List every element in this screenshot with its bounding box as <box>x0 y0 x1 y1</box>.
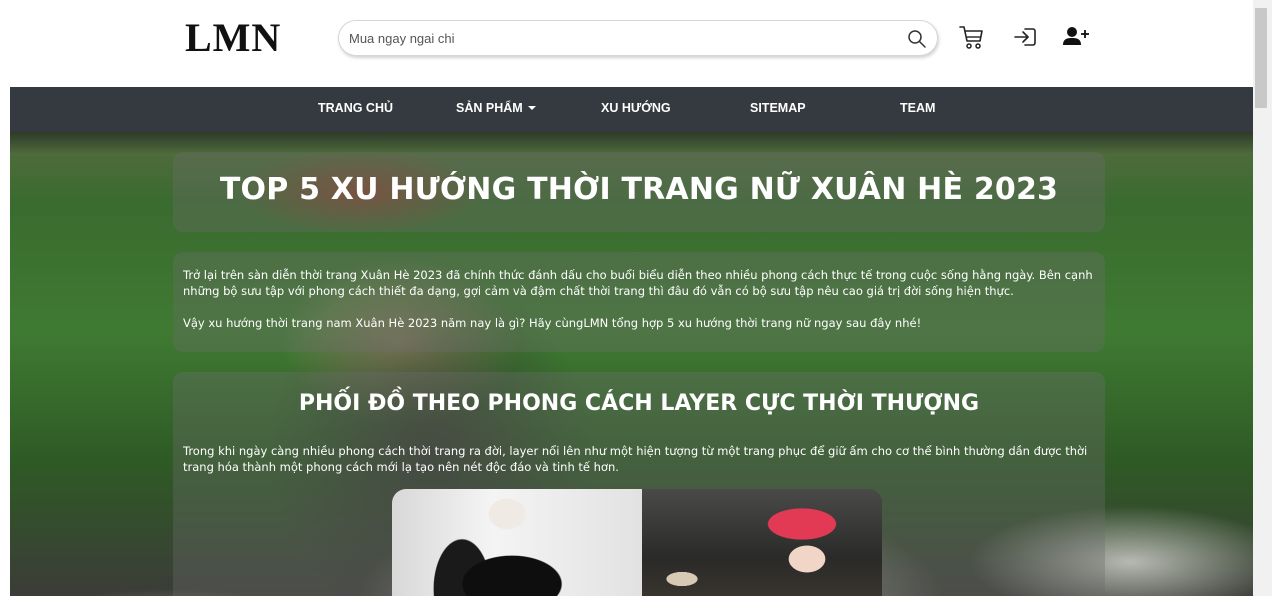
photo-model-red-cap <box>642 489 882 596</box>
search-input[interactable] <box>349 27 889 49</box>
search-bar[interactable] <box>338 20 938 56</box>
nav-item-products-label: SẢN PHẨM <box>456 101 523 115</box>
section-photo <box>392 489 882 596</box>
scrollbar-thumb[interactable] <box>1255 8 1267 108</box>
intro-paragraph-1: Trở lại trên sàn diễn thời trang Xuân Hè… <box>183 268 1093 298</box>
nav-item-products[interactable]: SẢN PHẨM <box>456 101 536 115</box>
main-nav: TRANG CHỦ SẢN PHẨM XU HƯỚNG SITEMAP TEAM <box>10 87 1253 132</box>
nav-item-trends[interactable]: XU HƯỚNG <box>601 101 671 115</box>
caret-down-icon <box>527 106 536 110</box>
hero-background-image: TOP 5 XU HƯỚNG THỜI TRANG NỮ XUÂN HÈ 202… <box>10 132 1253 596</box>
nav-item-sitemap[interactable]: SITEMAP <box>750 101 806 115</box>
top-header: LMN <box>0 0 1272 87</box>
intro-paragraph-2: Vậy xu hướng thời trang nam Xuân Hè 2023… <box>183 316 922 330</box>
user-plus-icon[interactable] <box>1060 22 1090 52</box>
photo-model-black-jacket <box>392 489 642 596</box>
article-title: TOP 5 XU HƯỚNG THỜI TRANG NỮ XUÂN HÈ 202… <box>219 172 1059 207</box>
nav-item-team[interactable]: TEAM <box>900 101 935 115</box>
login-icon[interactable] <box>1010 22 1040 52</box>
section-paragraph: Trong khi ngày càng nhiều phong cách thờ… <box>183 444 1088 474</box>
nav-item-home[interactable]: TRANG CHỦ <box>318 101 393 115</box>
search-icon[interactable] <box>907 29 927 49</box>
section-heading: PHỐI ĐỒ THEO PHONG CÁCH LAYER CỰC THỜI T… <box>298 391 980 416</box>
logo[interactable]: LMN <box>185 14 281 61</box>
cart-icon[interactable] <box>956 22 986 52</box>
